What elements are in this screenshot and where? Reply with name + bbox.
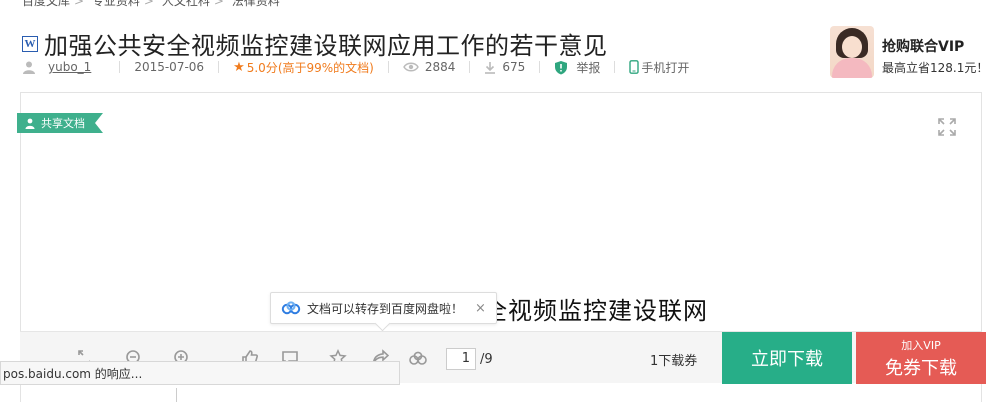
breadcrumb-item-humanities[interactable]: 人文社科	[162, 0, 210, 8]
divider	[218, 61, 220, 73]
tooltip-text: 文档可以转存到百度网盘啦！	[307, 301, 464, 316]
shield-icon	[554, 60, 568, 75]
user-icon	[22, 60, 36, 74]
divider	[614, 61, 616, 73]
share-badge-label: 共享文档	[41, 117, 85, 130]
page-number-input[interactable]: 1	[446, 348, 476, 370]
page: 百度文库 > 专业资料 > 人文社科 > 法律资料 W 加强公共安全视频监控建设联网应…	[0, 0, 994, 402]
view-count: 2884	[424, 60, 456, 74]
vip-promo-subtitle: 最高立省128.1元！	[882, 61, 989, 75]
report-link[interactable]: 举报	[576, 59, 600, 76]
page-title: 加强公共安全视频监控建设联网应用工作的若干意见	[44, 32, 608, 60]
rating-score: 5.0分	[246, 60, 278, 75]
share-badge: 共享文档	[17, 113, 103, 133]
fullscreen-icon[interactable]	[937, 117, 957, 137]
breadcrumb-item-professional[interactable]: 专业资料	[92, 0, 140, 8]
user-icon	[25, 118, 35, 129]
breadcrumb-item-wenku[interactable]: 百度文库	[22, 0, 70, 8]
eye-icon	[403, 61, 419, 73]
divider	[176, 388, 177, 402]
divider	[469, 61, 471, 73]
vip-promo-title: 抢购联合VIP	[882, 39, 965, 55]
star-icon: ★	[233, 59, 245, 75]
promo-avatar	[830, 26, 874, 78]
upload-date: 2015-07-06	[134, 60, 205, 74]
baidu-cloud-icon	[281, 301, 301, 315]
breadcrumb-separator: >	[213, 0, 224, 8]
author-link[interactable]: yubo_1	[48, 60, 91, 74]
word-icon: W	[22, 35, 38, 52]
breadcrumb-item-law[interactable]: 法律资料	[232, 0, 280, 8]
browser-status-bar: pos.baidu.com 的响应...	[0, 361, 400, 385]
vip-promo[interactable]: 抢购联合VIP 最高立省128.1元！	[830, 26, 990, 78]
vip-button-label: 免券下载	[885, 357, 957, 379]
divider	[387, 61, 389, 73]
download-ticket-cost: 1下载券	[650, 354, 698, 369]
download-count: 675	[502, 60, 526, 74]
title-row: W 加强公共安全视频监控建设联网应用工作的若干意见	[22, 26, 608, 61]
close-icon[interactable]: ×	[475, 301, 486, 316]
vip-free-download-button[interactable]: 加入VIP 免券下载	[856, 332, 986, 384]
download-now-button[interactable]: 立即下载	[722, 332, 852, 384]
breadcrumb: 百度文库 > 专业资料 > 人文社科 > 法律资料	[22, 0, 284, 9]
vip-button-caption: 加入VIP	[901, 338, 941, 352]
save-cloud-icon[interactable]	[408, 348, 428, 368]
phone-icon	[629, 60, 640, 74]
divider	[539, 61, 541, 73]
baidu-cloud-tooltip: 文档可以转存到百度网盘啦！ ×	[270, 292, 497, 324]
document-meta: yubo_1 2015-07-06 ★ 5.0分 (高于99%的文档) 2884…	[22, 58, 689, 76]
open-on-phone-link[interactable]: 手机打开	[641, 59, 689, 76]
page-total: /9	[480, 351, 493, 367]
divider	[119, 61, 121, 73]
page-indicator: 1 /9	[446, 348, 493, 370]
download-icon	[484, 61, 496, 74]
document-page-text: 全视频监控建设联网	[483, 297, 708, 325]
breadcrumb-separator: >	[74, 0, 85, 8]
breadcrumb-separator: >	[143, 0, 154, 8]
rating-note: (高于99%的文档)	[277, 60, 374, 75]
